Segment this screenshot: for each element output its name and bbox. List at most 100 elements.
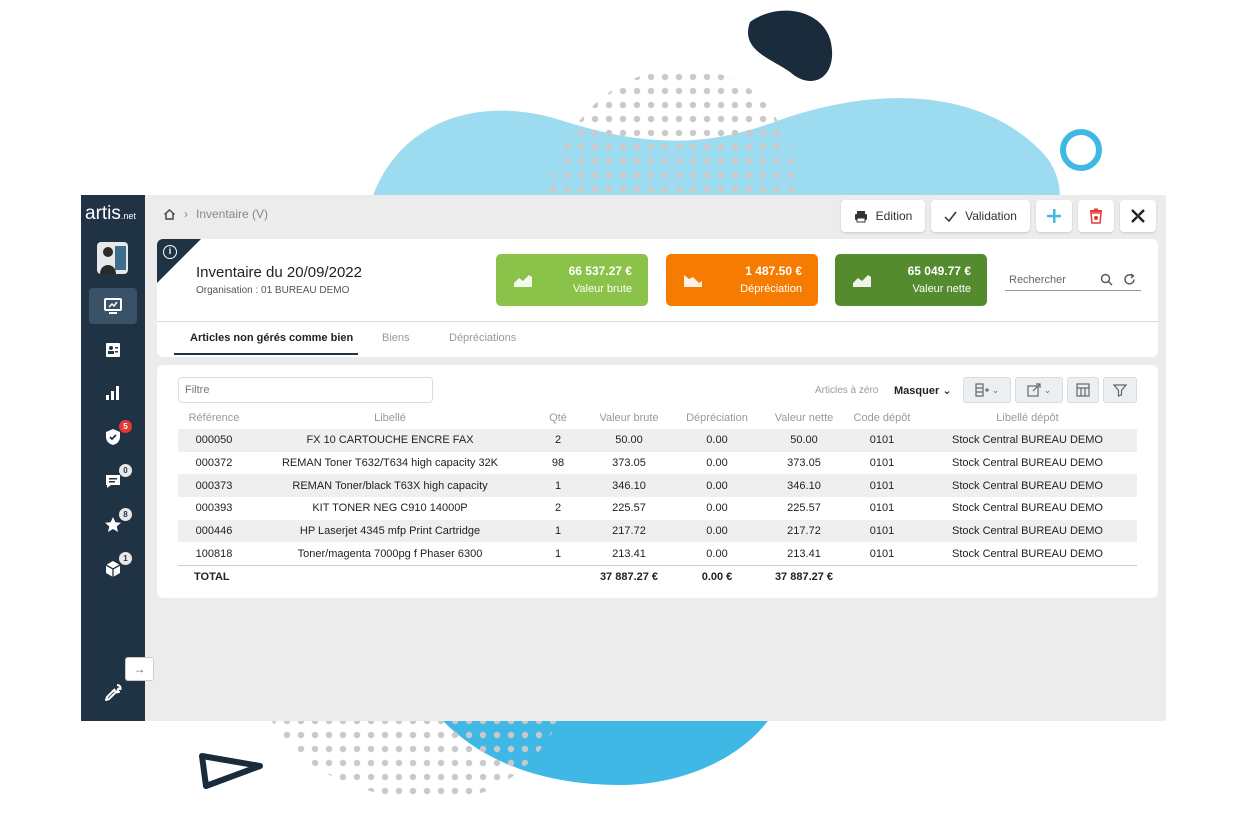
masquer-dropdown[interactable]: Masquer ⌄ [894, 384, 952, 397]
dots-top [548, 68, 800, 195]
chevron-down-icon: ⌄ [991, 384, 1000, 395]
info-corner [157, 239, 201, 283]
table-layout-icon [1076, 383, 1090, 397]
add-button[interactable] [1036, 200, 1072, 232]
cell: Stock Central BUREAU DEMO [952, 547, 1103, 560]
info-icon[interactable]: i [163, 245, 177, 259]
total-empty [846, 564, 918, 588]
edition-label: Edition [875, 209, 913, 223]
cell: 000372 [195, 457, 233, 470]
search-input[interactable]: Rechercher [1009, 274, 1066, 286]
sidebar: artis.net 5 0 8 1 [81, 195, 145, 721]
cell: 0101 [869, 525, 895, 538]
tab-biens[interactable]: Biens [382, 332, 410, 344]
badge-products: 1 [119, 552, 132, 565]
cell: 2 [554, 502, 562, 515]
articles-table: Référence Libellé Qté Valeur brute Dépré… [178, 407, 1137, 588]
badge-messages: 0 [119, 464, 132, 477]
col-libelle[interactable]: Libellé [250, 407, 530, 429]
table-row[interactable]: 000050 FX 10 CARTOUCHE ENCRE FAX 2 50.00… [178, 429, 1137, 452]
total-row: TOTAL 37 887.27 € 0.00 € 37 887.27 € [178, 564, 1137, 588]
trend-up-icon [514, 275, 532, 287]
col-valeur-nette[interactable]: Valeur nette [762, 407, 846, 429]
home-icon[interactable] [163, 208, 176, 221]
cell: 000373 [195, 479, 233, 492]
col-code-depot[interactable]: Code dépôt [846, 407, 918, 429]
tab-articles[interactable]: Articles non gérés comme bien [190, 332, 353, 344]
cell: 1 [554, 479, 562, 492]
edition-button[interactable]: Edition [841, 200, 925, 232]
cell: REMAN Toner/black T63X high capacity [292, 479, 488, 492]
table-row[interactable]: 000372 REMAN Toner T632/T634 high capaci… [178, 452, 1137, 475]
ring [1060, 129, 1102, 171]
sidebar-expand-button[interactable]: → [125, 657, 154, 681]
search-underline [1005, 290, 1141, 291]
logo: artis.net [85, 203, 136, 225]
tools-icon [1131, 209, 1145, 223]
add-column-button[interactable]: ⌄ [963, 377, 1011, 403]
sidebar-item-contacts[interactable] [89, 332, 137, 368]
cell: Stock Central BUREAU DEMO [952, 434, 1103, 447]
funnel-icon [1113, 384, 1127, 397]
search-icon[interactable] [1100, 273, 1113, 286]
validation-button[interactable]: Validation [931, 200, 1030, 232]
breadcrumb-current: Inventaire (V) [196, 207, 269, 221]
filter-input[interactable]: Filtre [178, 377, 433, 403]
tabs-divider [157, 321, 1158, 322]
cell: FX 10 CARTOUCHE ENCRE FAX [306, 434, 474, 447]
cell: 0.00 [706, 525, 728, 538]
sidebar-item-messages[interactable]: 0 [89, 463, 137, 499]
sidebar-item-security[interactable]: 5 [89, 419, 137, 455]
export-button[interactable]: ⌄ [1015, 377, 1063, 403]
chevron-down-icon: ⌄ [1043, 384, 1052, 395]
trend-down-icon [684, 275, 702, 287]
cell: 50.00 [790, 434, 818, 447]
tools-button[interactable] [1120, 200, 1156, 232]
col-qte[interactable]: Qté [530, 407, 586, 429]
avatar-image [97, 242, 128, 274]
cell: Stock Central BUREAU DEMO [952, 525, 1103, 538]
filter-button[interactable] [1103, 377, 1137, 403]
cell: 373.05 [787, 457, 821, 470]
sidebar-item-monitor[interactable] [89, 288, 137, 324]
table-row[interactable]: 000373 REMAN Toner/black T63X high capac… [178, 474, 1137, 498]
cell: 98 [551, 457, 565, 470]
organisation-label: Organisation : 01 BUREAU DEMO [196, 285, 350, 296]
cell: Stock Central BUREAU DEMO [952, 502, 1103, 515]
col-depreciation[interactable]: Dépréciation [672, 407, 762, 429]
cell: 000393 [195, 502, 233, 515]
sidebar-item-stats[interactable] [89, 375, 137, 411]
cell: 0101 [869, 479, 895, 492]
col-valeur-brute[interactable]: Valeur brute [586, 407, 672, 429]
col-reference[interactable]: Référence [178, 407, 250, 429]
cell: 000446 [195, 525, 233, 538]
columns-add-icon [975, 383, 989, 397]
total-valeur-nette: 37 887.27 € [762, 564, 846, 588]
avatar[interactable] [97, 242, 128, 274]
badge-security: 5 [119, 420, 132, 433]
delete-button[interactable] [1078, 200, 1114, 232]
arrow-right-icon: → [133, 662, 146, 676]
col-libelle-depot[interactable]: Libellé dépôt [918, 407, 1137, 429]
tab-depreciations[interactable]: Dépréciations [449, 332, 516, 344]
cell: 373.05 [612, 457, 646, 470]
table-row[interactable]: 100818 Toner/magenta 7000pg f Phaser 630… [178, 542, 1137, 565]
cell: 0.00 [706, 457, 728, 470]
layout-button[interactable] [1067, 377, 1099, 403]
cell: 217.72 [612, 525, 646, 538]
sidebar-item-favorites[interactable]: 8 [89, 507, 137, 543]
monitor-icon [104, 298, 122, 314]
kpi-amount: 1 487.50 € [745, 264, 802, 278]
triangle-outline [199, 753, 263, 789]
cell: 346.10 [612, 479, 646, 492]
wrench-icon [105, 684, 122, 701]
sidebar-item-products[interactable]: 1 [89, 551, 137, 587]
kpi-amount: 66 537.27 € [568, 264, 632, 278]
cell: 0101 [869, 434, 895, 447]
cell: 0.00 [706, 479, 728, 492]
table-row[interactable]: 000446 HP Laserjet 4345 mfp Print Cartri… [178, 519, 1137, 543]
table-row[interactable]: 000393 KIT TONER NEG C910 14000P 2 225.5… [178, 497, 1137, 520]
cell: KIT TONER NEG C910 14000P [312, 502, 468, 515]
refresh-icon[interactable] [1123, 273, 1136, 286]
kpi-valeur-nette: 65 049.77 € Valeur nette [835, 254, 987, 306]
